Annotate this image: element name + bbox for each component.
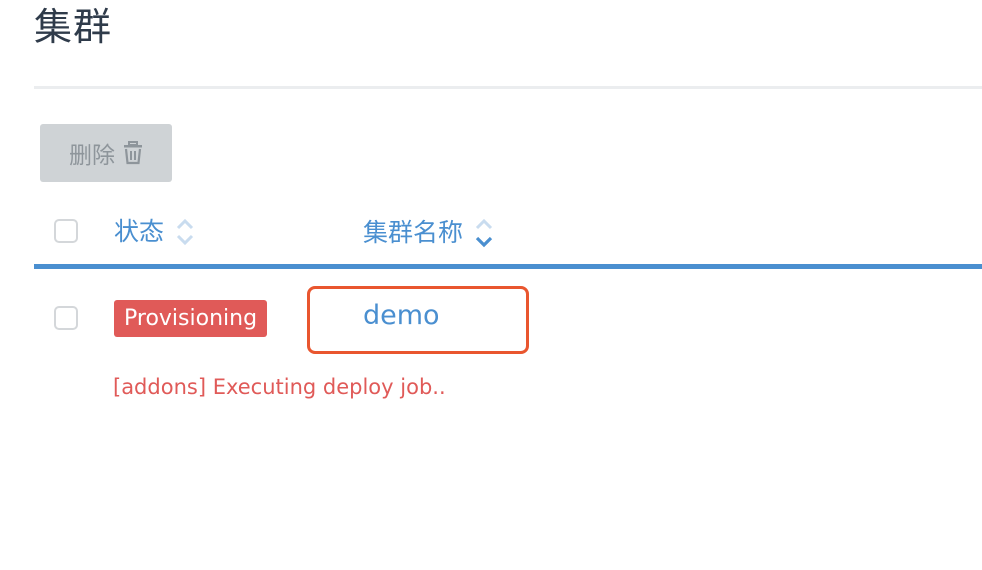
sort-icon <box>176 218 194 246</box>
row-checkbox[interactable] <box>54 306 78 330</box>
delete-button[interactable]: 删除 <box>40 124 172 182</box>
column-header-status[interactable]: 状态 <box>114 216 196 248</box>
trash-icon <box>124 141 142 165</box>
column-header-status-label: 状态 <box>114 217 165 246</box>
column-header-name[interactable]: 集群名称 <box>363 216 495 250</box>
delete-button-label: 删除 <box>69 143 115 169</box>
title-divider <box>34 86 982 89</box>
select-all-checkbox[interactable] <box>54 219 78 243</box>
sort-icon <box>475 218 493 248</box>
table-header-divider <box>34 264 982 269</box>
page-title: 集群 <box>34 5 113 49</box>
status-message: [addons] Executing deploy job.. <box>113 375 446 399</box>
cluster-name-link[interactable]: demo <box>363 298 440 334</box>
column-header-name-label: 集群名称 <box>363 218 464 247</box>
status-badge: Provisioning <box>114 300 268 337</box>
